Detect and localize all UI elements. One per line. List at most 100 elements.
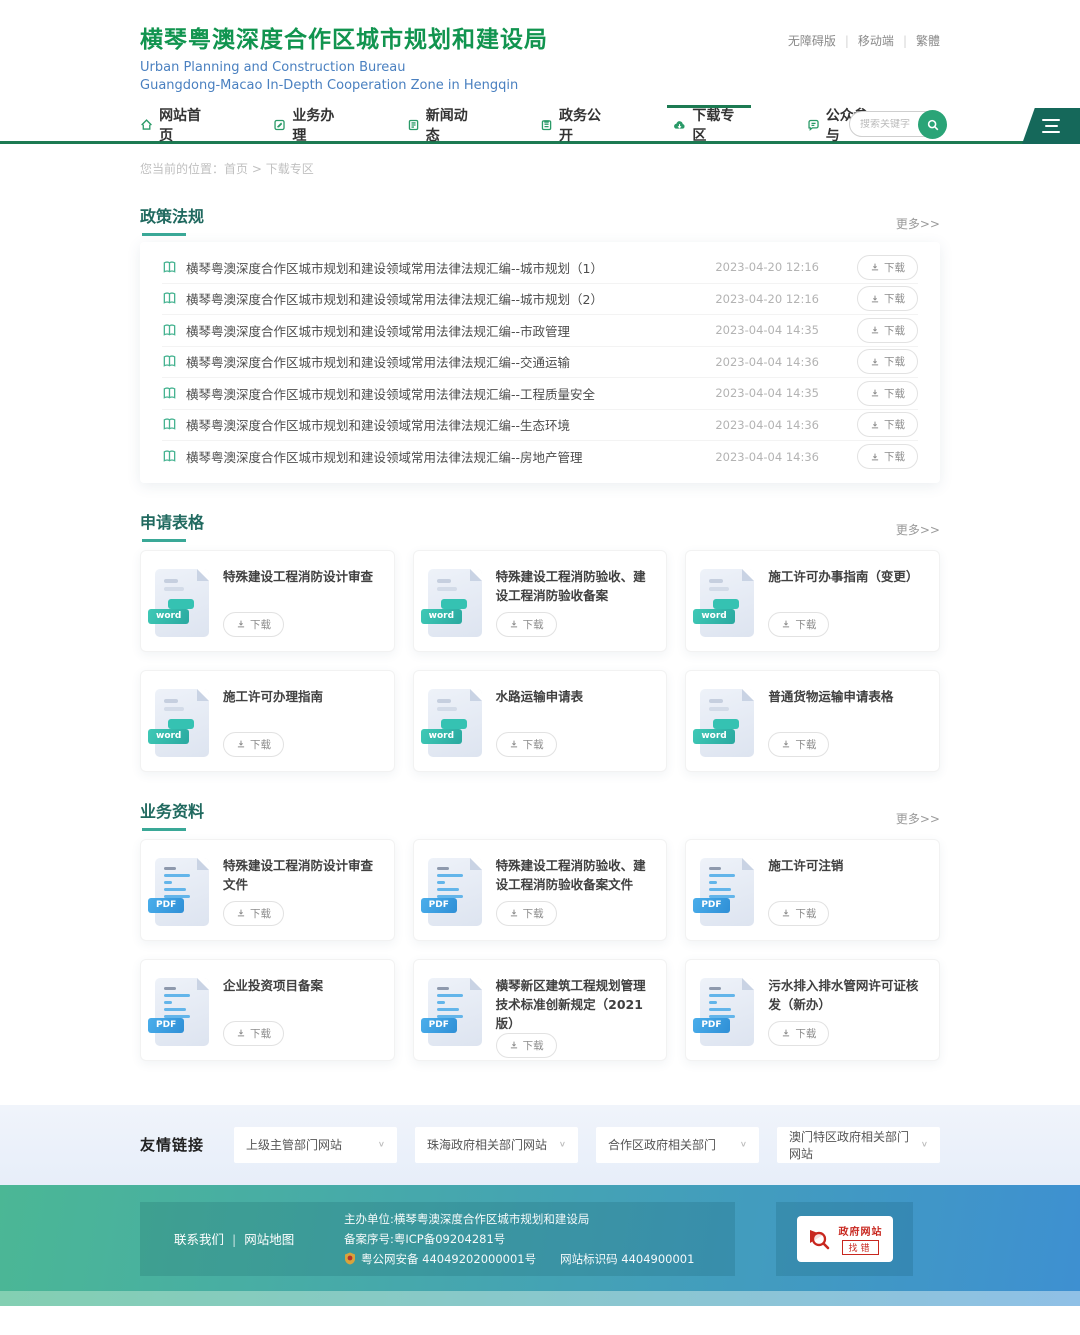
friend-links-select-superior[interactable]: 上级主管部门网站 ∨ — [234, 1127, 397, 1163]
download-button[interactable]: 下载 — [857, 412, 918, 437]
mobile-link[interactable]: 移动端 — [858, 34, 894, 48]
gov-site-error-report-badge[interactable]: 政府网站 找错 — [797, 1216, 893, 1262]
material-card[interactable]: PDF 特殊建设工程消防设计审查文件 下载 — [140, 839, 395, 941]
more-link-forms[interactable]: 更多>> — [896, 521, 940, 542]
policy-list-item[interactable]: 横琴粤澳深度合作区城市规划和建设领域常用法律法规汇编--城市规划（1） 2023… — [162, 252, 918, 284]
accessibility-link[interactable]: 无障碍版 — [788, 34, 836, 48]
nav-item-home[interactable]: 网站首页 — [140, 108, 211, 141]
download-button[interactable]: 下载 — [223, 1021, 284, 1046]
download-label: 下载 — [884, 449, 905, 464]
policy-list-item[interactable]: 横琴粤澳深度合作区城市规划和建设领域常用法律法规汇编--城市规划（2） 2023… — [162, 284, 918, 316]
menu-toggle-button[interactable] — [1022, 108, 1080, 144]
more-link-materials[interactable]: 更多>> — [896, 810, 940, 831]
download-icon — [781, 619, 791, 629]
section-title-materials: 业务资料 — [140, 798, 204, 831]
friend-links-select-cooperation-zone[interactable]: 合作区政府相关部门 ∨ — [596, 1127, 759, 1163]
download-button[interactable]: 下载 — [496, 612, 557, 637]
download-icon — [236, 908, 246, 918]
download-label: 下载 — [250, 1026, 271, 1041]
friend-links-select-zhuhai[interactable]: 珠海政府相关部门网站 ∨ — [415, 1127, 578, 1163]
home-icon — [140, 118, 153, 132]
search-box — [849, 111, 945, 137]
download-button[interactable]: 下载 — [768, 732, 829, 757]
nav-label: 政务公开 — [559, 105, 611, 145]
nav-item-download-zone[interactable]: 下载专区 — [673, 108, 744, 141]
search-button[interactable] — [918, 110, 947, 139]
material-card[interactable]: PDF 施工许可注销 下载 — [685, 839, 940, 941]
breadcrumb-home[interactable]: 首页 — [224, 162, 248, 176]
contact-us-link[interactable]: 联系我们 — [174, 1232, 224, 1247]
policy-title: 横琴粤澳深度合作区城市规划和建设领域常用法律法规汇编--市政管理 — [186, 321, 703, 340]
card-title: 普通货物运输申请表格 — [768, 687, 925, 706]
word-badge: word — [421, 609, 462, 624]
policy-list-item[interactable]: 横琴粤澳深度合作区城市规划和建设领域常用法律法规汇编--市政管理 2023-04… — [162, 315, 918, 347]
download-button[interactable]: 下载 — [857, 444, 918, 469]
download-button[interactable]: 下载 — [223, 612, 284, 637]
download-button[interactable]: 下载 — [857, 349, 918, 374]
download-button[interactable]: 下载 — [768, 1021, 829, 1046]
policy-list-item[interactable]: 横琴粤澳深度合作区城市规划和建设领域常用法律法规汇编--交通运输 2023-04… — [162, 347, 918, 379]
nav-item-government-affairs[interactable]: 政务公开 — [540, 108, 611, 141]
friend-links-select-macao[interactable]: 澳门特区政府相关部门网站 ∨ — [777, 1127, 940, 1163]
traditional-chinese-link[interactable]: 繁體 — [916, 34, 940, 48]
download-label: 下载 — [523, 1038, 544, 1053]
download-button[interactable]: 下载 — [223, 732, 284, 757]
download-label: 下载 — [884, 417, 905, 432]
form-card[interactable]: word 施工许可办理指南 下载 — [140, 670, 395, 772]
policy-title: 横琴粤澳深度合作区城市规划和建设领域常用法律法规汇编--交通运输 — [186, 352, 703, 371]
download-button[interactable]: 下载 — [496, 1033, 557, 1058]
search-input[interactable] — [860, 119, 922, 130]
policy-list-item[interactable]: 横琴粤澳深度合作区城市规划和建设领域常用法律法规汇编--工程质量安全 2023-… — [162, 378, 918, 410]
more-link-policies[interactable]: 更多>> — [896, 215, 940, 236]
form-card[interactable]: word 水路运输申请表 下载 — [413, 670, 668, 772]
download-button[interactable]: 下载 — [857, 318, 918, 343]
material-card[interactable]: PDF 企业投资项目备案 下载 — [140, 959, 395, 1061]
pdf-file-icon: PDF — [428, 858, 482, 926]
form-card[interactable]: word 施工许可办事指南（变更） 下载 — [685, 550, 940, 652]
material-card[interactable]: PDF 污水排入排水管网许可证核发（新办） 下载 — [685, 959, 940, 1061]
download-button[interactable]: 下载 — [496, 901, 557, 926]
pdf-badge: PDF — [693, 1018, 729, 1033]
download-button[interactable]: 下载 — [223, 901, 284, 926]
pdf-badge: PDF — [421, 898, 457, 913]
pdf-file-icon: PDF — [700, 978, 754, 1046]
download-button[interactable]: 下载 — [496, 732, 557, 757]
download-button[interactable]: 下载 — [768, 612, 829, 637]
download-button[interactable]: 下载 — [857, 255, 918, 280]
download-label: 下载 — [795, 617, 816, 632]
cloud-download-icon — [673, 118, 686, 132]
select-value: 珠海政府相关部门网站 — [427, 1136, 547, 1153]
form-card[interactable]: word 普通货物运输申请表格 下载 — [685, 670, 940, 772]
book-icon — [162, 260, 177, 275]
policy-list-item[interactable]: 横琴粤澳深度合作区城市规划和建设领域常用法律法规汇编--房地产管理 2023-0… — [162, 441, 918, 473]
material-card[interactable]: PDF 特殊建设工程消防验收、建设工程消防验收备案文件 下载 — [413, 839, 668, 941]
word-file-icon: word — [700, 689, 754, 757]
footer-police-record[interactable]: 粤公网安备 44049202000001号 — [361, 1249, 536, 1269]
download-icon — [870, 294, 880, 304]
download-icon — [781, 908, 791, 918]
download-button[interactable]: 下载 — [857, 286, 918, 311]
policy-date: 2023-04-04 14:36 — [715, 450, 819, 464]
download-icon — [781, 739, 791, 749]
policy-list-item[interactable]: 横琴粤澳深度合作区城市规划和建设领域常用法律法规汇编--生态环境 2023-04… — [162, 410, 918, 442]
material-card[interactable]: PDF 横琴新区建筑工程规划管理技术标准创新规定（2021版） 下载 — [413, 959, 668, 1061]
nav-item-services[interactable]: 业务办理 — [273, 108, 344, 141]
form-card[interactable]: word 特殊建设工程消防验收、建设工程消防验收备案 下载 — [413, 550, 668, 652]
download-button[interactable]: 下载 — [857, 381, 918, 406]
card-title: 施工许可办理指南 — [223, 687, 380, 706]
footer-badge-box: 政府网站 找错 — [776, 1202, 913, 1276]
download-icon — [870, 357, 880, 367]
download-icon — [870, 388, 880, 398]
nav-item-news[interactable]: 新闻动态 — [407, 108, 478, 141]
sitemap-link[interactable]: 网站地图 — [244, 1232, 294, 1247]
download-button[interactable]: 下载 — [768, 901, 829, 926]
section-policies: 政策法规 更多>> 横琴粤澳深度合作区城市规划和建设领域常用法律法规汇编--城市… — [140, 203, 940, 483]
policy-date: 2023-04-20 12:16 — [715, 292, 819, 306]
form-card[interactable]: word 特殊建设工程消防设计审查 下载 — [140, 550, 395, 652]
card-title: 施工许可办事指南（变更） — [768, 567, 925, 586]
download-icon — [870, 452, 880, 462]
download-label: 下载 — [884, 386, 905, 401]
nav-label: 下载专区 — [692, 105, 744, 145]
word-badge: word — [148, 729, 189, 744]
policy-date: 2023-04-04 14:35 — [715, 386, 819, 400]
